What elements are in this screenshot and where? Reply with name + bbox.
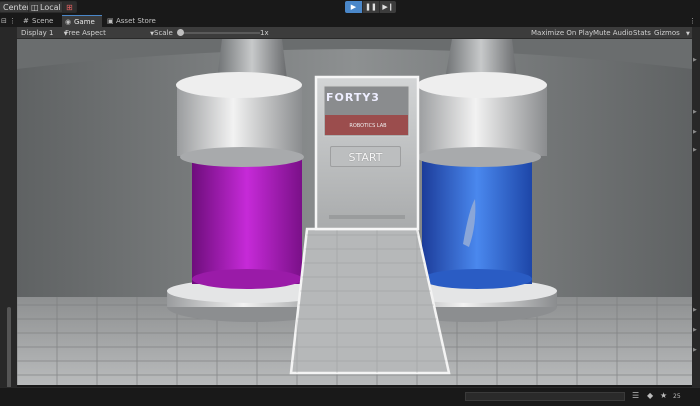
bag-icon: ▣ <box>107 17 114 25</box>
pause-icon: ❚❚ <box>365 3 377 11</box>
tab-options-icon[interactable]: ⋮ <box>689 15 696 27</box>
main-toolbar: Center ◫ Local ⊞ ▶ ❚❚ ▶❙ <box>0 0 700 15</box>
chevron-right-icon: ▶ <box>693 109 697 115</box>
local-space-label: Local <box>40 3 61 12</box>
cube-icon: ◫ <box>31 3 39 12</box>
display-label: Display 1 <box>21 29 54 37</box>
mute-audio-toggle[interactable]: Mute Audio <box>593 27 633 39</box>
local-space-button[interactable]: ◫ Local <box>28 1 65 13</box>
tab-scene-label: Scene <box>32 17 54 25</box>
step-icon: ▶❙ <box>382 3 394 11</box>
scale-value: 1x <box>260 29 269 37</box>
play-icon: ▶ <box>350 3 357 11</box>
tab-game-label: Game <box>74 18 95 26</box>
display-dropdown[interactable]: Display 1 ▼ <box>21 27 68 39</box>
hash-icon: # <box>23 17 29 25</box>
scale-slider-handle[interactable] <box>177 29 184 36</box>
star-icon[interactable]: ★ <box>660 391 667 400</box>
game-view-toolbar: Display 1 ▼ Free Aspect ▼ Scale 1x Maxim… <box>17 27 692 39</box>
maximize-on-play-toggle[interactable]: Maximize On Play <box>531 27 593 39</box>
grid-snap-icon: ⊞ <box>66 3 73 12</box>
stats-toggle[interactable]: Stats <box>633 27 651 39</box>
chevron-right-icon: ▶ <box>693 307 697 313</box>
panel-menu-icon[interactable]: ⊟ <box>1 15 7 27</box>
tab-bar: ⊟ ⋮ # Scene ◉ Game ▣ Asset Store ⋮ <box>0 15 700 27</box>
tag-icon[interactable]: ◆ <box>647 391 653 400</box>
aspect-label: Free Aspect <box>65 29 106 37</box>
more-icon[interactable]: ⋮ <box>9 15 16 27</box>
status-bar: ☰ ◆ ★ 25 <box>0 387 700 406</box>
playmode-controls: ▶ ❚❚ ▶❙ <box>345 1 396 13</box>
chevron-right-icon: ▶ <box>693 347 697 353</box>
pause-button[interactable]: ❚❚ <box>362 1 379 13</box>
gizmos-dropdown[interactable]: Gizmos ▼ <box>654 27 690 39</box>
scale-slider-track[interactable] <box>180 32 260 34</box>
search-field[interactable] <box>465 392 625 401</box>
game-logo-title: FORTY3 <box>326 91 380 104</box>
count-badge: 25 <box>673 393 681 400</box>
grid-snap-button[interactable]: ⊞ <box>62 1 77 13</box>
left-scrollbar[interactable] <box>0 27 17 406</box>
game-viewport[interactable]: FORTY3 ROBOTICS LAB START <box>17 39 692 385</box>
chevron-right-icon: ▶ <box>693 57 697 63</box>
play-button[interactable]: ▶ <box>345 1 362 13</box>
gizmos-label: Gizmos <box>654 29 680 37</box>
layers-icon[interactable]: ☰ <box>632 391 639 400</box>
tab-asset-store[interactable]: ▣ Asset Store <box>104 15 162 27</box>
chevron-right-icon: ▶ <box>693 129 697 135</box>
step-button[interactable]: ▶❙ <box>379 1 396 13</box>
game-logo-subtitle: ROBOTICS LAB <box>349 123 387 129</box>
start-button[interactable]: START <box>330 146 401 167</box>
aspect-dropdown[interactable]: Free Aspect ▼ <box>65 27 154 39</box>
right-gutter: ▶ ▶ ▶ ▶ ▶ ▶ ▶ <box>692 27 700 387</box>
unity-editor-window: Center ◫ Local ⊞ ▶ ❚❚ ▶❙ ⊟ ⋮ # Scene ◉ G… <box>0 0 700 406</box>
scale-label: Scale <box>154 29 173 37</box>
tab-scene[interactable]: # Scene <box>20 15 60 27</box>
chevron-right-icon: ▶ <box>693 147 697 153</box>
chevron-down-icon: ▼ <box>686 31 690 37</box>
chevron-right-icon: ▶ <box>693 327 697 333</box>
tab-game[interactable]: ◉ Game <box>62 15 102 27</box>
tab-asset-store-label: Asset Store <box>116 17 156 25</box>
